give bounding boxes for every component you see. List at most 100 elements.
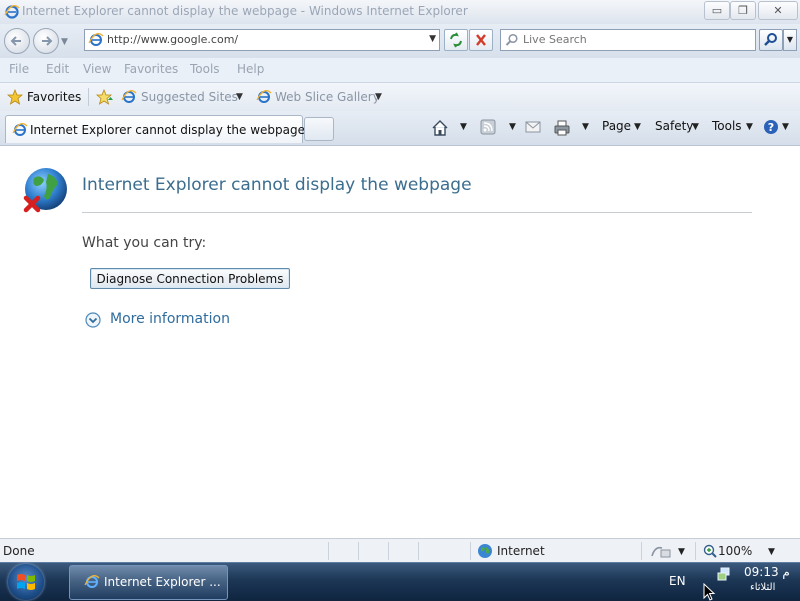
web-slice-gallery-button[interactable]: Web Slice Gallery [275,90,380,104]
address-bar[interactable]: ▼ [84,29,440,51]
close-button[interactable]: ✕ [758,1,798,20]
print-icon[interactable] [553,119,571,137]
safety-menu-button[interactable]: Safety [655,119,693,133]
help-dropdown-icon[interactable]: ▼ [782,122,789,132]
security-zone-label[interactable]: Internet [497,544,545,558]
status-divider [470,542,471,560]
diagnose-connection-button[interactable]: Diagnose Connection Problems [90,268,290,289]
minimize-icon: ▭ [711,4,723,17]
menu-favorites[interactable]: Favorites [124,62,178,76]
error-heading: Internet Explorer cannot display the web… [82,175,472,195]
taskbar-ie-button[interactable]: Internet Explorer ... [69,565,228,600]
network-icon[interactable] [716,566,732,582]
maximize-button[interactable]: ❐ [730,1,756,20]
zoom-level[interactable]: 100% [718,544,752,558]
status-text: Done [3,544,35,558]
tools-menu-button[interactable]: Tools [712,119,742,133]
page-ie-icon [88,33,104,46]
search-input[interactable] [523,31,748,47]
status-divider [328,542,329,560]
search-box[interactable] [500,29,756,51]
heading-divider [82,212,752,213]
address-input[interactable] [107,31,417,47]
tab-row: Internet Explorer cannot display the web… [0,111,800,146]
web-slice-dropdown-icon[interactable]: ▼ [375,92,382,102]
back-button[interactable] [4,28,30,54]
tab-label: Internet Explorer cannot display the web… [30,123,305,137]
status-divider [695,542,696,560]
taskbar-ie-label: Internet Explorer ... [104,575,221,589]
windows-logo-icon [17,574,35,590]
tab-active[interactable]: Internet Explorer cannot display the web… [5,115,305,143]
what-you-can-try-label: What you can try: [82,235,207,251]
zoom-icon[interactable] [703,544,717,558]
safety-menu-dropdown-icon[interactable]: ▼ [692,122,699,132]
favorites-star-icon[interactable] [7,89,23,105]
address-dropdown-icon[interactable]: ▼ [429,34,436,44]
home-icon[interactable] [431,119,449,137]
maximize-icon: ❐ [738,4,748,17]
suggested-sites-icon [121,90,137,103]
stop-icon [476,34,486,46]
back-icon [10,36,21,46]
page-content: Internet Explorer cannot display the web… [0,146,800,538]
tools-menu-dropdown-icon[interactable]: ▼ [746,122,753,132]
more-information-link[interactable]: More information [110,311,230,327]
mouse-cursor-icon [703,583,716,601]
status-divider [388,542,389,560]
search-go-button[interactable] [759,29,783,51]
favorites-button[interactable]: Favorites [27,90,81,104]
menu-help[interactable]: Help [237,62,264,76]
home-dropdown-icon[interactable]: ▼ [460,122,467,132]
add-to-favorites-bar-icon[interactable] [96,89,114,105]
search-options-dropdown[interactable]: ▼ [783,29,797,51]
ie-logo-icon [4,5,20,19]
mail-icon[interactable] [525,121,541,133]
status-bar: Done Internet ▼ 100% ▼ [0,538,800,563]
refresh-button[interactable] [444,29,468,51]
recent-pages-dropdown[interactable]: ▼ [61,37,68,47]
close-icon: ✕ [773,4,783,17]
menu-edit[interactable]: Edit [46,62,69,76]
status-divider [418,542,419,560]
web-slice-icon [256,90,272,103]
clock-time[interactable]: 09:13 م [744,565,790,579]
feeds-dropdown-icon[interactable]: ▼ [509,122,516,132]
internet-zone-icon [478,544,492,558]
toolbar-divider [88,88,89,106]
suggested-sites-button[interactable]: Suggested Sites [141,90,238,104]
stop-button[interactable] [469,29,493,51]
expand-chevron-icon[interactable] [85,312,101,328]
taskbar: Internet Explorer ... EN 09:13 م الثلاثا… [0,562,800,601]
error-globe-icon [23,168,67,213]
protected-mode-icon[interactable] [650,544,672,558]
forward-icon [42,36,53,46]
navigation-bar: ▼ ▼ ▼ [0,24,800,58]
start-button[interactable] [8,564,44,600]
magnifier-icon [764,33,777,46]
menu-file[interactable]: File [9,62,29,76]
language-indicator[interactable]: EN [669,574,686,588]
page-menu-button[interactable]: Page [602,119,631,133]
clock-day[interactable]: الثلاثاء [750,582,775,593]
new-tab-button[interactable] [304,117,334,141]
menu-tools[interactable]: Tools [190,62,220,76]
zoom-dropdown-icon[interactable]: ▼ [768,547,775,557]
help-icon[interactable]: ? [763,119,779,135]
protected-mode-dropdown-icon[interactable]: ▼ [678,547,685,557]
search-icon [505,33,518,46]
suggested-sites-dropdown-icon[interactable]: ▼ [236,92,243,102]
minimize-button[interactable]: ▭ [704,1,730,20]
menu-view[interactable]: View [83,62,111,76]
svg-text:?: ? [768,121,774,134]
feeds-icon[interactable] [480,119,496,135]
page-menu-dropdown-icon[interactable]: ▼ [634,122,641,132]
print-dropdown-icon[interactable]: ▼ [582,122,589,132]
title-bar: Internet Explorer cannot display the web… [0,0,800,25]
status-divider [641,542,642,560]
window-title: Internet Explorer cannot display the web… [22,4,468,18]
forward-button[interactable] [33,28,59,54]
menu-bar: File Edit View Favorites Tools Help [0,58,800,83]
refresh-icon [450,32,462,48]
status-divider [358,542,359,560]
